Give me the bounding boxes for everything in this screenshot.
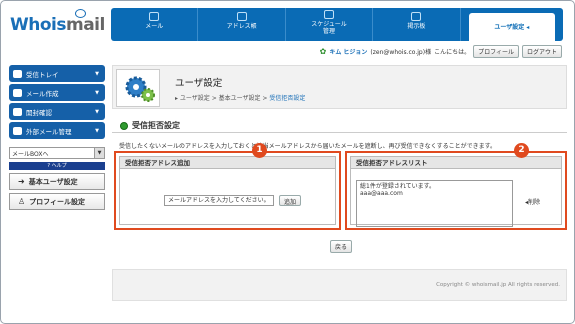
- profile-settings-label: プロフィール設定: [29, 197, 86, 206]
- chevron-down-icon: ▼: [95, 127, 99, 134]
- list-count-text: 総1件が登録されています。: [360, 183, 436, 190]
- list-item[interactable]: aaa@aaa.com: [360, 190, 509, 197]
- add-button[interactable]: 追加: [279, 195, 302, 206]
- nav-board[interactable]: 掲示板: [373, 8, 461, 41]
- callout-badge-2: 2: [514, 143, 529, 158]
- block-list-header: 受信拒否アドレスリスト: [351, 157, 561, 169]
- schedule-icon: [324, 10, 335, 19]
- block-list-box: 受信拒否アドレスリスト 総1件が登録されています。 aaa@aaa.com ◂削…: [350, 156, 562, 227]
- address-book-icon: [236, 12, 247, 21]
- breadcrumb-current: 受信拒否設定: [269, 95, 306, 102]
- nav-schedule-label-2: 管理: [323, 28, 336, 35]
- footer: Copyright © whoismail.jp All rights rese…: [112, 269, 567, 301]
- sidebar-item-label: メール作成: [26, 89, 59, 98]
- whoismail-logo[interactable]: Whoismail: [10, 9, 105, 35]
- nav-mail-label: メール: [145, 23, 164, 30]
- email-address-input[interactable]: メールアドレスを入力してください。: [164, 195, 274, 206]
- user-email: (zen@whois.co.jp)様: [370, 49, 432, 56]
- board-icon: [411, 12, 422, 21]
- mail-icon: [149, 12, 160, 21]
- global-nav: メール アドレス帳 スケジュール 管理 掲示板 ユーザ設定 ◂: [111, 8, 563, 41]
- speech-bubble-icon: [75, 9, 86, 18]
- sidebar-item-external-mail[interactable]: 外部メール管理 ▼: [9, 122, 105, 139]
- nav-board-label: 掲示板: [407, 23, 426, 30]
- settings-gears-icon: [116, 69, 160, 107]
- add-block-box: 受信拒否アドレス追加 メールアドレスを入力してください。 追加: [119, 156, 336, 225]
- read-receipt-icon: [13, 107, 22, 116]
- gear-icon: ✿: [319, 47, 327, 56]
- section-title-text: 受信拒否設定: [132, 121, 180, 130]
- help-label: ヘルプ: [51, 163, 67, 169]
- page-header: ユーザ設定 ▸ ユーザ設定 > 基本ユーザ設定 > 受信拒否設定: [112, 65, 567, 109]
- divider: [112, 132, 567, 133]
- breadcrumb-path: ユーザ設定 > 基本ユーザ設定 >: [179, 95, 270, 102]
- compose-icon: [13, 88, 22, 97]
- copyright-text: Copyright © whoismail.jp All rights rese…: [436, 282, 560, 288]
- nav-address-book-label: アドレス帳: [226, 23, 257, 30]
- help-link[interactable]: ? ヘルプ: [9, 162, 105, 170]
- page-title: ユーザ設定: [175, 78, 223, 89]
- description-text: 受信したくないメールのアドレスを入力しておくと該当メールアドレスから届いたメール…: [119, 143, 497, 150]
- inbox-icon: [13, 69, 22, 78]
- callout-badge-1: 1: [252, 143, 267, 158]
- add-block-panel: 受信拒否アドレス追加 メールアドレスを入力してください。 追加: [114, 151, 341, 230]
- greeting-text: こんにちは。: [434, 49, 471, 56]
- logout-button[interactable]: ログアウト: [521, 45, 562, 58]
- arrow-right-icon: ➜: [18, 177, 25, 186]
- section-title: 受信拒否設定: [120, 120, 180, 131]
- delete-link[interactable]: ◂削除: [525, 197, 540, 206]
- nav-address-book[interactable]: アドレス帳: [198, 8, 286, 41]
- basic-user-settings-button[interactable]: ➜ 基本ユーザ設定: [9, 173, 105, 190]
- block-list-panel: 受信拒否アドレスリスト 総1件が登録されています。 aaa@aaa.com ◂削…: [345, 151, 567, 230]
- logo-part-whois: Whois: [10, 15, 66, 35]
- logo-part-mail: mail: [65, 15, 105, 35]
- nav-schedule-label: スケジュール: [311, 21, 347, 28]
- nav-user-settings-label: ユーザ設定 ◂: [494, 24, 530, 31]
- external-mail-icon: [13, 126, 22, 135]
- sidebar-item-label: 外部メール管理: [26, 127, 72, 136]
- chevron-down-icon: ▼: [95, 108, 99, 115]
- profile-button[interactable]: プロフィール: [473, 45, 519, 58]
- add-block-header: 受信拒否アドレス追加: [120, 157, 335, 169]
- nav-schedule[interactable]: スケジュール 管理: [286, 8, 374, 41]
- nav-user-settings[interactable]: ユーザ設定 ◂: [468, 13, 556, 41]
- blocked-address-list[interactable]: 総1件が登録されています。 aaa@aaa.com: [356, 180, 513, 227]
- user-name: キム ヒジョン: [329, 49, 368, 56]
- sidebar-item-inbox[interactable]: 受信トレイ ▼: [9, 65, 105, 82]
- chevron-down-icon: ▼: [94, 148, 104, 158]
- basic-user-settings-label: 基本ユーザ設定: [28, 177, 78, 186]
- help-icon: ?: [47, 163, 51, 169]
- sidebar-item-read-receipt[interactable]: 開封確認 ▼: [9, 103, 105, 120]
- sidebar-item-label: 受信トレイ: [26, 70, 59, 79]
- chevron-down-icon: ▼: [95, 89, 99, 96]
- user-icon: ♙: [18, 197, 26, 206]
- sidebar: 受信トレイ ▼ メール作成 ▼ 開封確認 ▼ 外部メール管理 ▼ メールBOXへ…: [9, 65, 105, 210]
- bullet-icon: [120, 121, 128, 130]
- delete-label: 削除: [528, 199, 541, 206]
- back-button[interactable]: 戻る: [330, 240, 353, 253]
- sidebar-item-compose[interactable]: メール作成 ▼: [9, 84, 105, 101]
- chevron-down-icon: ▼: [95, 70, 99, 77]
- nav-mail[interactable]: メール: [111, 8, 199, 41]
- profile-settings-button[interactable]: ♙ プロフィール設定: [9, 193, 105, 210]
- sidebar-item-label: 開封確認: [26, 108, 52, 117]
- app-window: Whoismail メール アドレス帳 スケジュール 管理 掲示板 ユーザ設定 …: [0, 0, 575, 324]
- user-bar: ✿ キム ヒジョン (zen@whois.co.jp)様 こんにちは。 プロフィ…: [320, 45, 562, 58]
- mailbox-select-value: メールBOXへ: [12, 150, 49, 158]
- mailbox-select[interactable]: メールBOXへ ▼: [9, 147, 105, 159]
- breadcrumb: ▸ ユーザ設定 > 基本ユーザ設定 > 受信拒否設定: [175, 93, 305, 102]
